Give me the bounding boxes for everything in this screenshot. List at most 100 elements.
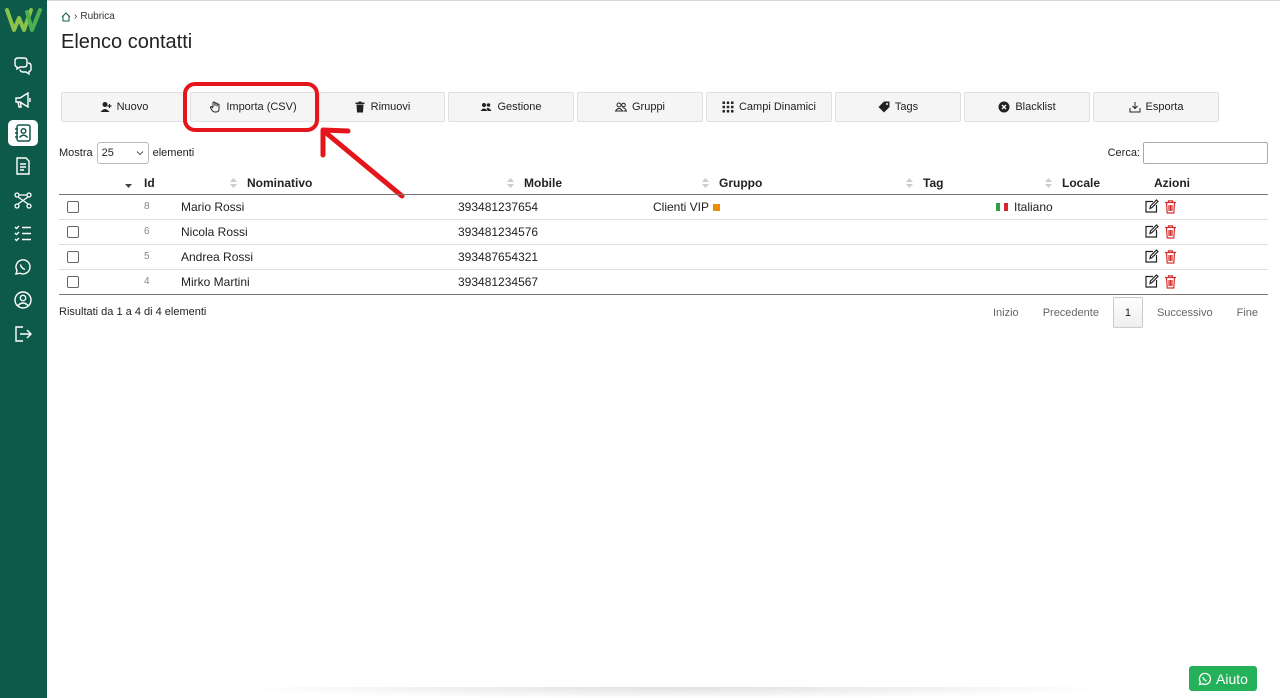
edit-icon[interactable] — [1144, 199, 1159, 214]
row-group — [649, 219, 853, 245]
dynamic-fields-button[interactable]: Campi Dinamici — [706, 92, 832, 122]
row-id: 6 — [96, 219, 177, 245]
row-actions — [1140, 269, 1268, 295]
blacklist-label: Blacklist — [1015, 101, 1056, 113]
row-checkbox[interactable] — [67, 225, 79, 238]
edit-icon[interactable] — [1144, 249, 1159, 264]
nav-chat[interactable] — [8, 53, 38, 79]
sort-desc-icon — [125, 184, 132, 188]
group-icon — [614, 102, 627, 112]
length-before-label: Mostra — [59, 147, 93, 159]
group-color-badge — [713, 203, 721, 211]
nav-campaigns[interactable] — [8, 87, 38, 113]
current-page-button[interactable]: 1 — [1112, 297, 1143, 328]
select-column-header — [59, 172, 96, 195]
search-input[interactable] — [1143, 142, 1268, 164]
column-header-id[interactable]: Id — [96, 172, 177, 195]
user-circle-icon — [14, 291, 32, 309]
groups-button[interactable]: Gruppi — [577, 92, 703, 122]
nav-profile[interactable] — [8, 287, 38, 313]
delete-icon[interactable] — [1163, 224, 1178, 239]
row-locale — [992, 244, 1140, 270]
manage-button[interactable]: Gestione — [448, 92, 574, 122]
manage-label: Gestione — [497, 101, 542, 113]
edit-icon[interactable] — [1144, 224, 1159, 239]
delete-icon[interactable] — [1163, 199, 1178, 214]
export-label: Esporta — [1145, 101, 1184, 113]
whatsapp-icon — [15, 259, 31, 275]
pagination: Inizio Precedente 1 Successivo Fine — [981, 297, 1270, 328]
blacklist-button[interactable]: Blacklist — [964, 92, 1090, 122]
nav-flows[interactable] — [8, 187, 38, 213]
row-tag — [853, 269, 992, 295]
remove-label: Rimuovi — [370, 101, 411, 113]
users-icon — [480, 103, 492, 111]
groups-label: Gruppi — [631, 101, 666, 113]
sort-icon — [507, 178, 514, 188]
row-group — [649, 244, 853, 270]
row-locale — [992, 219, 1140, 245]
edit-icon[interactable] — [1144, 274, 1159, 289]
sort-icon — [702, 178, 709, 188]
row-select — [59, 219, 96, 245]
page-size-value: 25 — [101, 147, 114, 159]
column-header-actions: Azioni — [1140, 172, 1268, 195]
nav-logout[interactable] — [8, 321, 38, 347]
chevron-down-icon — [136, 151, 143, 156]
nav-contacts[interactable] — [8, 120, 38, 146]
delete-icon[interactable] — [1163, 274, 1178, 289]
tag-icon — [878, 101, 890, 113]
new-contact-label: Nuovo — [116, 101, 149, 113]
column-header-mobile[interactable]: Mobile — [454, 172, 649, 195]
x-circle-icon — [998, 101, 1010, 113]
column-header-tag[interactable]: Tag — [853, 172, 992, 195]
megaphone-icon — [15, 91, 31, 109]
next-page-button[interactable]: Successivo — [1145, 307, 1225, 319]
sort-icon — [906, 178, 913, 188]
breadcrumb: › Rubrica — [61, 11, 115, 22]
row-tag — [853, 244, 992, 270]
row-checkbox[interactable] — [67, 275, 79, 288]
flow-icon — [14, 192, 32, 209]
table-info: Risultati da 1 a 4 di 4 elementi — [59, 306, 207, 318]
table-row[interactable]: 4 Mirko Martini 393481234567 — [59, 269, 1268, 295]
logo[interactable] — [5, 6, 43, 34]
column-header-locale[interactable]: Locale — [992, 172, 1140, 195]
sidebar — [0, 0, 47, 698]
logout-icon — [15, 326, 32, 342]
tags-button[interactable]: Tags — [835, 92, 961, 122]
home-icon[interactable] — [61, 11, 71, 22]
help-button[interactable]: Aiuto — [1189, 666, 1257, 691]
row-mobile: 393481234567 — [454, 269, 649, 295]
search-label: Cerca: — [1107, 147, 1140, 159]
contacts-table: Id Nominativo Mobile Gruppo Tag Locale A… — [59, 172, 1268, 295]
first-page-button[interactable]: Inizio — [981, 307, 1031, 319]
column-header-name[interactable]: Nominativo — [177, 172, 454, 195]
nav-whatsapp[interactable] — [8, 254, 38, 280]
previous-page-button[interactable]: Precedente — [1031, 307, 1111, 319]
column-header-group[interactable]: Gruppo — [649, 172, 853, 195]
row-checkbox[interactable] — [67, 250, 79, 263]
new-contact-button[interactable]: Nuovo — [61, 92, 187, 122]
delete-icon[interactable] — [1163, 249, 1178, 264]
italy-flag-icon — [996, 203, 1008, 212]
nav-documents[interactable] — [8, 153, 38, 179]
user-plus-icon — [100, 102, 112, 112]
nav-tasks[interactable] — [8, 220, 38, 246]
table-row[interactable]: 6 Nicola Rossi 393481234576 — [59, 219, 1268, 245]
sort-icon — [230, 178, 237, 188]
page-title: Elenco contatti — [61, 31, 193, 53]
row-mobile: 393487654321 — [454, 244, 649, 270]
last-page-button[interactable]: Fine — [1225, 307, 1270, 319]
grid-icon — [722, 101, 734, 113]
remove-button[interactable]: Rimuovi — [319, 92, 445, 122]
row-select — [59, 194, 96, 220]
table-row[interactable]: 5 Andrea Rossi 393487654321 — [59, 244, 1268, 270]
page-size-select[interactable]: 25 — [96, 142, 149, 164]
highlight-annotation — [183, 82, 319, 132]
table-row[interactable]: 8 Mario Rossi 393481237654 Clienti VIP I… — [59, 194, 1268, 220]
row-checkbox[interactable] — [67, 200, 79, 213]
row-name: Nicola Rossi — [177, 219, 454, 245]
row-locale: Italiano — [992, 194, 1140, 220]
export-button[interactable]: Esporta — [1093, 92, 1219, 122]
